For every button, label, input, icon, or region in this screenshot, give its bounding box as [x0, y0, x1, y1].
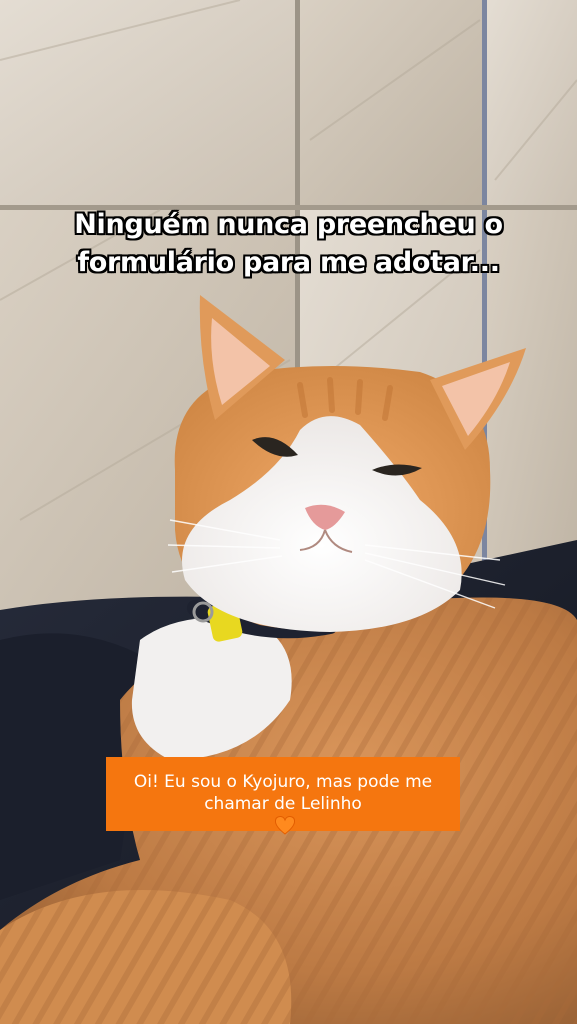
story-frame: Ninguém nunca preencheu o formulário par…: [0, 0, 577, 1024]
cat-photo: [0, 0, 577, 1024]
orange-heart-icon: [274, 815, 296, 835]
intro-sticker-line-2-text: chamar de Lelinho: [204, 794, 362, 814]
intro-sticker-line-2: chamar de Lelinho: [116, 793, 450, 838]
intro-sticker-line-1: Oi! Eu sou o Kyojuro, mas pode me: [133, 772, 433, 792]
top-caption-line-1: Ninguém nunca preencheu o: [74, 209, 503, 240]
intro-sticker: Oi! Eu sou o Kyojuro, mas pode me chamar…: [106, 757, 460, 835]
top-caption: Ninguém nunca preencheu o formulário par…: [0, 206, 577, 282]
top-caption-line-2: formulário para me adotar...: [77, 247, 500, 278]
